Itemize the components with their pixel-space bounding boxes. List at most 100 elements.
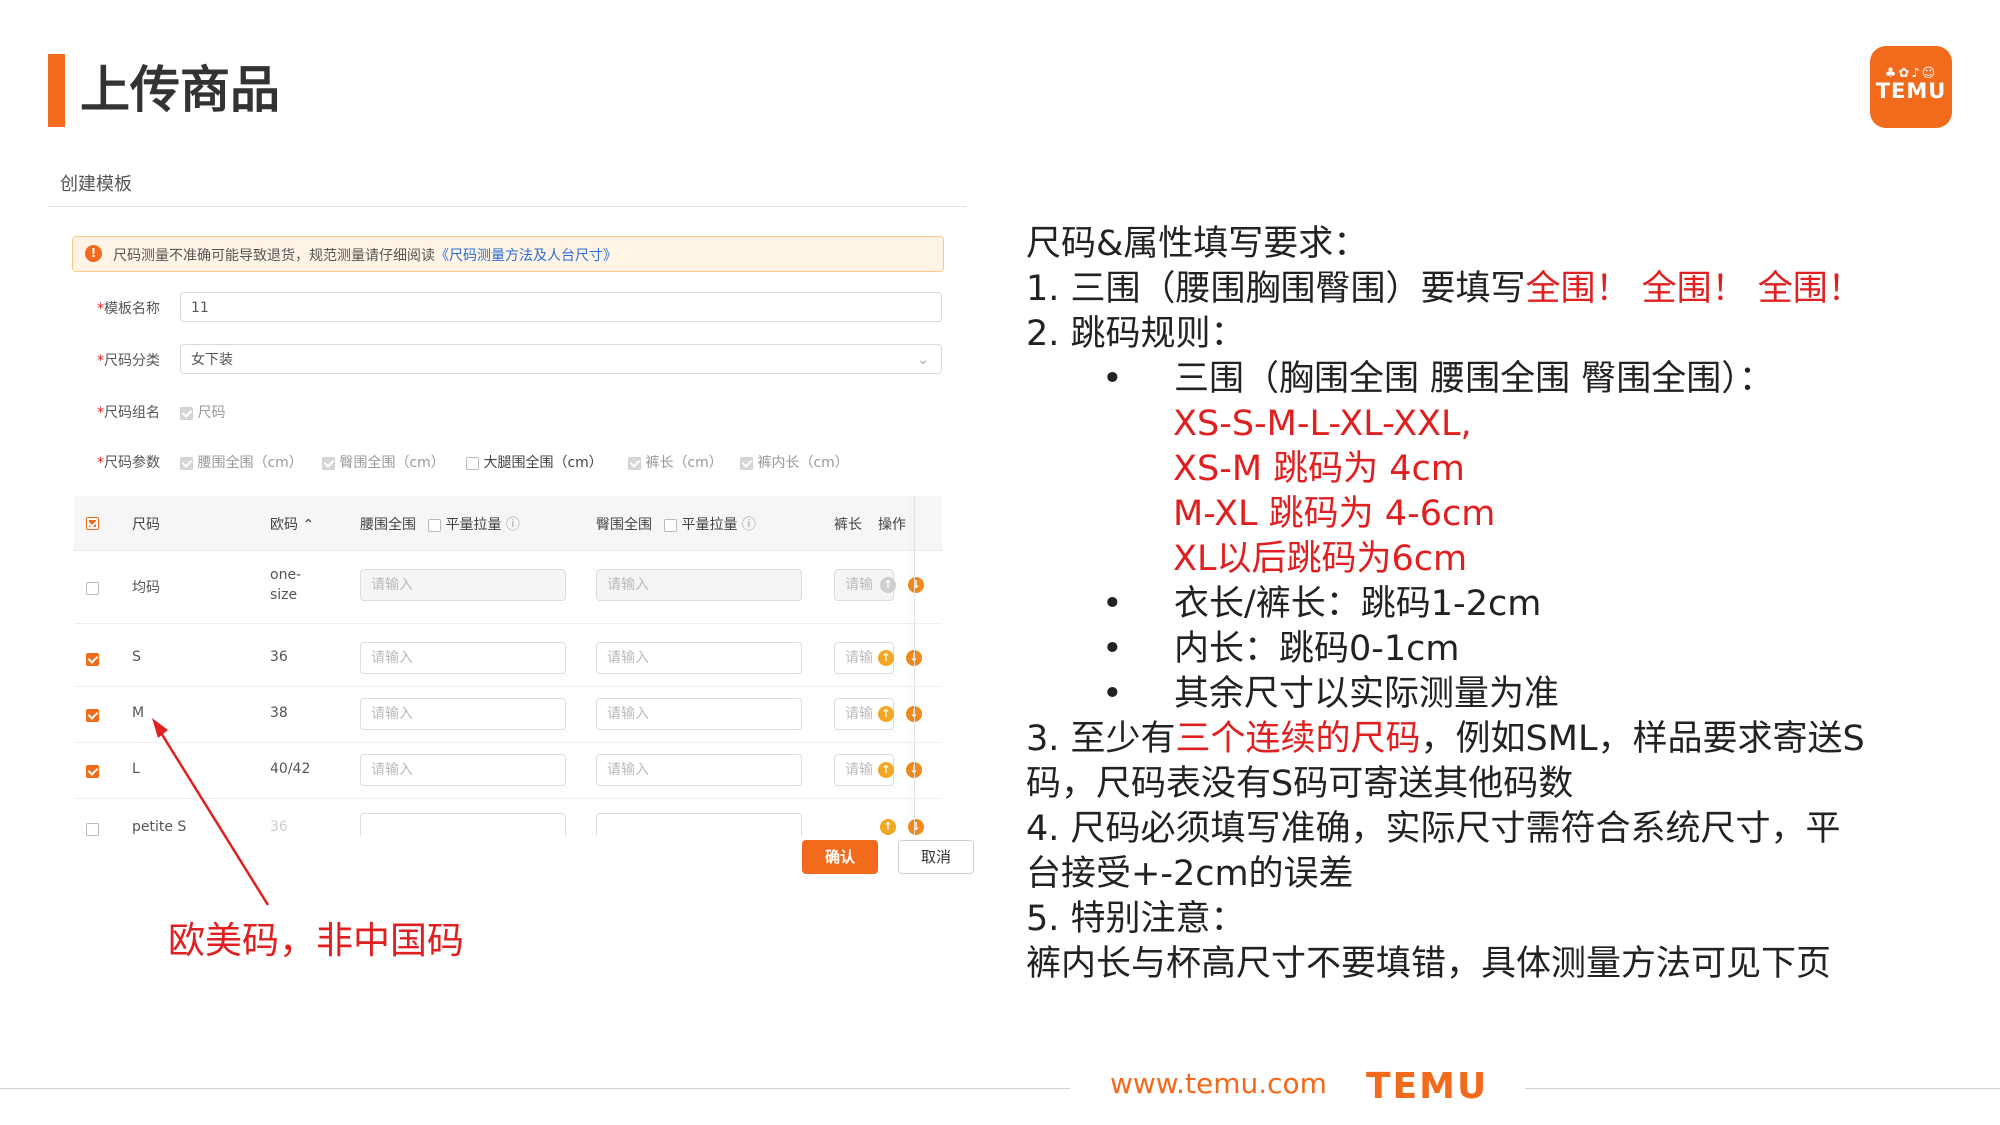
checkbox-icon [628, 456, 641, 470]
waist-input[interactable]: 请输入 [360, 698, 566, 730]
move-up-icon[interactable]: ↑ [878, 762, 894, 778]
param-inseam[interactable]: 裤内长（cm） [740, 452, 849, 472]
row-eu-size: 36 [270, 649, 288, 665]
cancel-button[interactable]: 取消 [898, 840, 974, 874]
param-hip[interactable]: 臀围全围（cm） [322, 452, 445, 472]
row-size: M [132, 705, 145, 721]
checkbox-icon [428, 518, 441, 532]
rule-2-sub-1-line: M-XL 跳码为 4-6cm [1173, 494, 1496, 534]
footer-url[interactable]: www.temu.com [1110, 1067, 1327, 1100]
size-group-label: *尺码组名 [97, 405, 160, 421]
row-eu-size: 36 [270, 819, 288, 835]
table-row: petite S 36 ↑ ↓ [74, 799, 942, 836]
table-row: 均码 one-size 请输入 请输入 请输 ↑ ↓ [74, 551, 942, 624]
logo-glyphs: ♣✿♪☺ [1884, 66, 1938, 81]
annotation-text: 欧美码，非中国码 [168, 919, 464, 962]
move-down-icon[interactable]: ↓ [908, 577, 924, 593]
table-row: M 38 请输入 请输入 请输 ↑ ↓ [74, 687, 942, 743]
rule-2-sub-3: • 内长：跳码0-1cm [1102, 629, 1460, 669]
size-category-label: *尺码分类 [97, 353, 160, 369]
checkbox-icon [664, 518, 677, 532]
help-icon: ⓘ [505, 517, 520, 533]
page-title: 上传商品 [80, 61, 280, 119]
sort-up-icon: ⌃ [302, 517, 315, 533]
th-hip: 臀围全围 [596, 517, 652, 533]
param-thigh[interactable]: 大腿围全围（cm） [466, 452, 603, 472]
chevron-down-icon: ⌄ [917, 352, 929, 368]
th-waist: 腰围全围 [360, 517, 416, 533]
th-size: 尺码 [132, 517, 160, 533]
rule-1: 1. 三围（腰围胸围臀围）要填写全围！ 全围！ 全围！ [1026, 269, 1863, 309]
rule-3: 3. 至少有三个连续的尺码，例如SML，样品要求寄送S [1026, 719, 1865, 759]
size-category-value: 女下装 [191, 352, 233, 368]
th-ops: 操作 [878, 517, 906, 533]
footer-divider-right [1525, 1088, 2000, 1089]
row-checkbox[interactable] [86, 580, 99, 596]
param-waist[interactable]: 腰围全围（cm） [180, 452, 303, 472]
size-group-option[interactable]: 尺码 [180, 402, 225, 422]
fixed-column-shadow [914, 496, 915, 836]
row-checkbox[interactable] [86, 763, 99, 779]
temu-logo: ♣✿♪☺ TEMU [1870, 46, 1952, 128]
create-template-panel: 创建模板 ! 尺码测量不准确可能导致退货，规范测量请仔细阅读《尺码测量方法及人台… [48, 168, 974, 874]
size-category-select[interactable]: 女下装 ⌄ [180, 344, 942, 374]
hip-input[interactable] [596, 813, 802, 836]
table-row: L 40/42 请输入 请输入 请输 ↑ ↓ [74, 743, 942, 799]
move-up-icon[interactable]: ↑ [880, 819, 896, 835]
title-accent-bar [48, 54, 65, 127]
row-size: S [132, 649, 141, 665]
hip-input[interactable]: 请输入 [596, 754, 802, 786]
row-checkbox[interactable] [86, 707, 99, 723]
measure-guide-link[interactable]: 《尺码测量方法及人台尺寸》 [435, 248, 617, 264]
notice-message: 尺码测量不准确可能导致退货，规范测量请仔细阅读 [113, 248, 435, 264]
th-eu-size[interactable]: 欧码 ⌃ [270, 514, 314, 534]
logo-word: TEMU [1875, 79, 1947, 103]
rule-2-sub-4: • 其余尺寸以实际测量为准 [1102, 674, 1560, 714]
th-waist-flat[interactable]: 平量拉量 ⓘ [428, 514, 520, 534]
confirm-button[interactable]: 确认 [802, 840, 878, 874]
rule-2-sub-1-line: XS-S-M-L-XL-XXL, [1173, 404, 1472, 444]
waist-input[interactable] [360, 813, 566, 836]
measure-notice: ! 尺码测量不准确可能导致退货，规范测量请仔细阅读《尺码测量方法及人台尺寸》 [72, 236, 944, 272]
footer-brand-logo: TEMU [1366, 1066, 1489, 1107]
warning-icon: ! [85, 245, 102, 262]
checkbox-icon [180, 406, 193, 420]
row-eu-size: 38 [270, 705, 288, 721]
checkbox-icon [322, 456, 335, 470]
table-header: 尺码 欧码 ⌃ 腰围全围 平量拉量 ⓘ 臀围全围 平量拉量 ⓘ 裤长 操作 [74, 496, 942, 551]
rule-3-cont: 码，尺码表没有S码可寄送其他码数 [1026, 764, 1574, 804]
row-checkbox[interactable] [86, 651, 99, 667]
row-eu-size: 40/42 [270, 761, 311, 777]
move-up-icon[interactable]: ↑ [878, 706, 894, 722]
hip-input[interactable]: 请输入 [596, 569, 802, 601]
size-params-label: *尺码参数 [97, 455, 160, 471]
waist-input[interactable]: 请输入 [360, 754, 566, 786]
waist-input[interactable]: 请输入 [360, 642, 566, 674]
size-table: 尺码 欧码 ⌃ 腰围全围 平量拉量 ⓘ 臀围全围 平量拉量 ⓘ 裤长 操作 均码… [74, 496, 942, 836]
row-checkbox[interactable] [86, 821, 99, 836]
move-up-icon[interactable]: ↑ [880, 577, 896, 593]
th-length: 裤长 [834, 517, 862, 533]
rule-2-sub-1: • 三围（胸围全围 腰围全围 臀围全围）： [1102, 359, 1774, 399]
hip-input[interactable]: 请输入 [596, 642, 802, 674]
select-all-checkbox[interactable] [86, 515, 99, 531]
th-hip-flat[interactable]: 平量拉量 ⓘ [664, 514, 756, 534]
move-up-icon[interactable]: ↑ [878, 650, 894, 666]
hip-input[interactable]: 请输入 [596, 698, 802, 730]
row-size: petite S [132, 819, 187, 835]
rule-2-sub-1-line: XS-M 跳码为 4cm [1173, 449, 1465, 489]
panel-divider [48, 206, 966, 207]
param-pants-length[interactable]: 裤长（cm） [628, 452, 723, 472]
waist-input[interactable]: 请输入 [360, 569, 566, 601]
checkbox-icon [180, 456, 193, 470]
rule-2: 2. 跳码规则： [1026, 314, 1246, 354]
help-icon: ⓘ [741, 517, 756, 533]
move-down-icon[interactable]: ↓ [908, 819, 924, 835]
rule-4-cont: 台接受+-2cm的误差 [1026, 854, 1354, 894]
rule-5: 5. 特别注意： [1026, 899, 1246, 939]
rule-4: 4. 尺码必须填写准确，实际尺寸需符合系统尺寸，平 [1026, 809, 1841, 849]
template-name-label: *模板名称 [97, 301, 160, 317]
template-name-input[interactable]: 11 [180, 292, 942, 322]
footer-divider-left [0, 1088, 1070, 1089]
table-row: S 36 请输入 请输入 请输 ↑ ↓ [74, 631, 942, 687]
